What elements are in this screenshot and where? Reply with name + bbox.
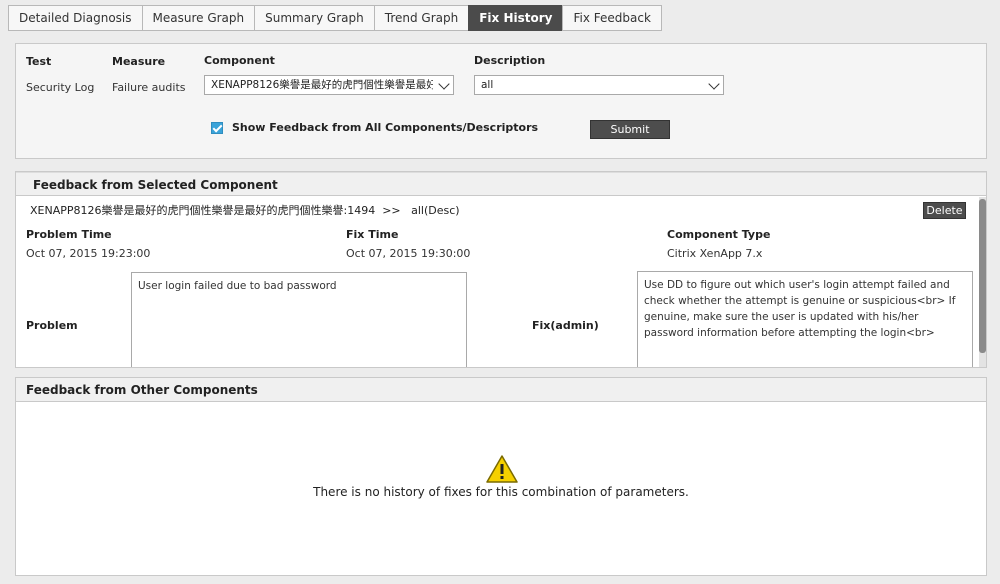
show-all-label: Show Feedback from All Components/Descri… (232, 121, 539, 134)
submit-button[interactable]: Submit (590, 120, 670, 139)
component-label: Component (204, 54, 275, 67)
fix-textarea[interactable]: Use DD to figure out which user's login … (637, 271, 973, 367)
description-select-value: all (481, 79, 494, 91)
test-value: Security Log (26, 81, 95, 94)
problem-time-value: Oct 07, 2015 19:23:00 (26, 247, 151, 260)
component-select-value: XENAPP8126樂譽是最好的虎門個性樂譽是最好的虎門個性樂譽:1494 (211, 79, 433, 91)
selected-feedback-scrollbar[interactable] (979, 197, 986, 367)
tab-measure-graph[interactable]: Measure Graph (141, 5, 255, 31)
other-feedback-header: Feedback from Other Components (16, 378, 986, 402)
selected-feedback-title: Feedback from Selected Component (33, 178, 278, 192)
scrollbar-thumb[interactable] (979, 199, 986, 353)
tab-summary-graph[interactable]: Summary Graph (254, 5, 374, 31)
page-scrollbar-track[interactable] (993, 0, 1000, 584)
tab-detailed-diagnosis[interactable]: Detailed Diagnosis (8, 5, 142, 31)
tab-fix-history[interactable]: Fix History (468, 5, 563, 31)
problem-textarea[interactable]: User login failed due to bad password (131, 272, 467, 367)
description-select[interactable]: all (474, 75, 724, 95)
tab-bar: Detailed Diagnosis Measure Graph Summary… (8, 5, 662, 31)
empty-history-message: There is no history of fixes for this co… (313, 485, 689, 499)
filter-panel: Test Security Log Measure Failure audits… (15, 43, 987, 159)
warning-icon (486, 455, 518, 483)
description-label: Description (474, 54, 546, 67)
fix-label: Fix(admin) (532, 319, 599, 332)
test-label: Test (26, 55, 52, 68)
delete-button[interactable]: Delete (923, 202, 966, 219)
fix-time-label: Fix Time (346, 228, 399, 241)
component-type-label: Component Type (667, 228, 771, 241)
measure-value: Failure audits (112, 81, 186, 94)
tab-fix-feedback[interactable]: Fix Feedback (562, 5, 662, 31)
selected-feedback-header: Feedback from Selected Component (16, 172, 986, 196)
show-all-checkbox[interactable] (211, 122, 223, 134)
tab-trend-graph[interactable]: Trend Graph (373, 5, 469, 31)
other-feedback-title: Feedback from Other Components (26, 383, 258, 397)
component-select[interactable]: XENAPP8126樂譽是最好的虎門個性樂譽是最好的虎門個性樂譽:1494 (204, 75, 454, 95)
chevron-down-icon (708, 78, 720, 90)
fix-time-value: Oct 07, 2015 19:30:00 (346, 247, 471, 260)
measure-label: Measure (112, 55, 166, 68)
problem-time-label: Problem Time (26, 228, 112, 241)
selected-feedback-panel: Feedback from Selected Component XENAPP8… (15, 171, 987, 368)
component-type-value: Citrix XenApp 7.x (667, 247, 763, 260)
chevron-down-icon (438, 78, 450, 90)
problem-label: Problem (26, 319, 78, 332)
selected-component-line: XENAPP8126樂譽是最好的虎門個性樂譽是最好的虎門個性樂譽:1494 >>… (30, 204, 460, 217)
other-feedback-panel: Feedback from Other Components There is … (15, 377, 987, 576)
